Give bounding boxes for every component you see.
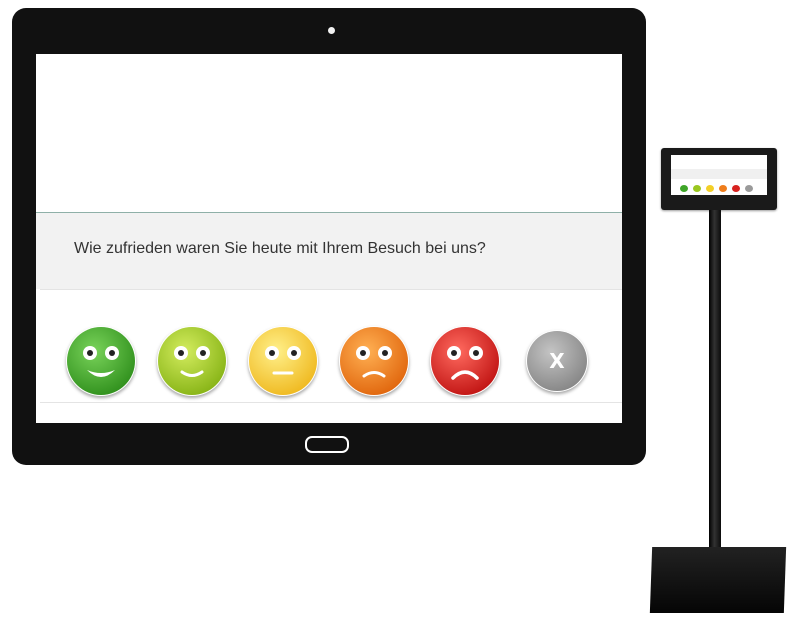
skip-label: X [549, 349, 565, 373]
rating-unsatisfied-button[interactable] [339, 326, 409, 396]
tablet-screen: Wie zufrieden waren Sie heute mit Ihrem … [36, 54, 622, 423]
very-happy-face-icon [67, 327, 135, 395]
kiosk-pole [709, 210, 721, 556]
kiosk-face-dot [680, 185, 688, 192]
question-panel: Wie zufrieden waren Sie heute mit Ihrem … [36, 213, 622, 289]
kiosk-screen [671, 155, 767, 195]
camera-dot [328, 27, 335, 34]
skip-button[interactable]: X [526, 330, 588, 392]
screen-header-area [36, 54, 622, 213]
close-icon: X [527, 331, 587, 391]
unhappy-face-icon [340, 327, 408, 395]
kiosk-display [661, 148, 777, 210]
kiosk-stand [645, 140, 787, 619]
kiosk-face-dot [745, 185, 753, 192]
kiosk-face-dot [719, 185, 727, 192]
neutral-face-icon [249, 327, 317, 395]
tablet-frame: Wie zufrieden waren Sie heute mit Ihrem … [12, 8, 646, 465]
kiosk-face-dot [732, 185, 740, 192]
rating-satisfied-button[interactable] [157, 326, 227, 396]
kiosk-face-dot [693, 185, 701, 192]
home-button[interactable] [305, 436, 349, 453]
very-unhappy-face-icon [431, 327, 499, 395]
kiosk-base [649, 547, 787, 613]
rating-very-satisfied-button[interactable] [66, 326, 136, 396]
rating-very-unsatisfied-button[interactable] [430, 326, 500, 396]
kiosk-face-dot [706, 185, 714, 192]
happy-face-icon [158, 327, 226, 395]
rating-panel: X [40, 289, 622, 403]
rating-neutral-button[interactable] [248, 326, 318, 396]
survey-question: Wie zufrieden waren Sie heute mit Ihrem … [74, 240, 486, 257]
